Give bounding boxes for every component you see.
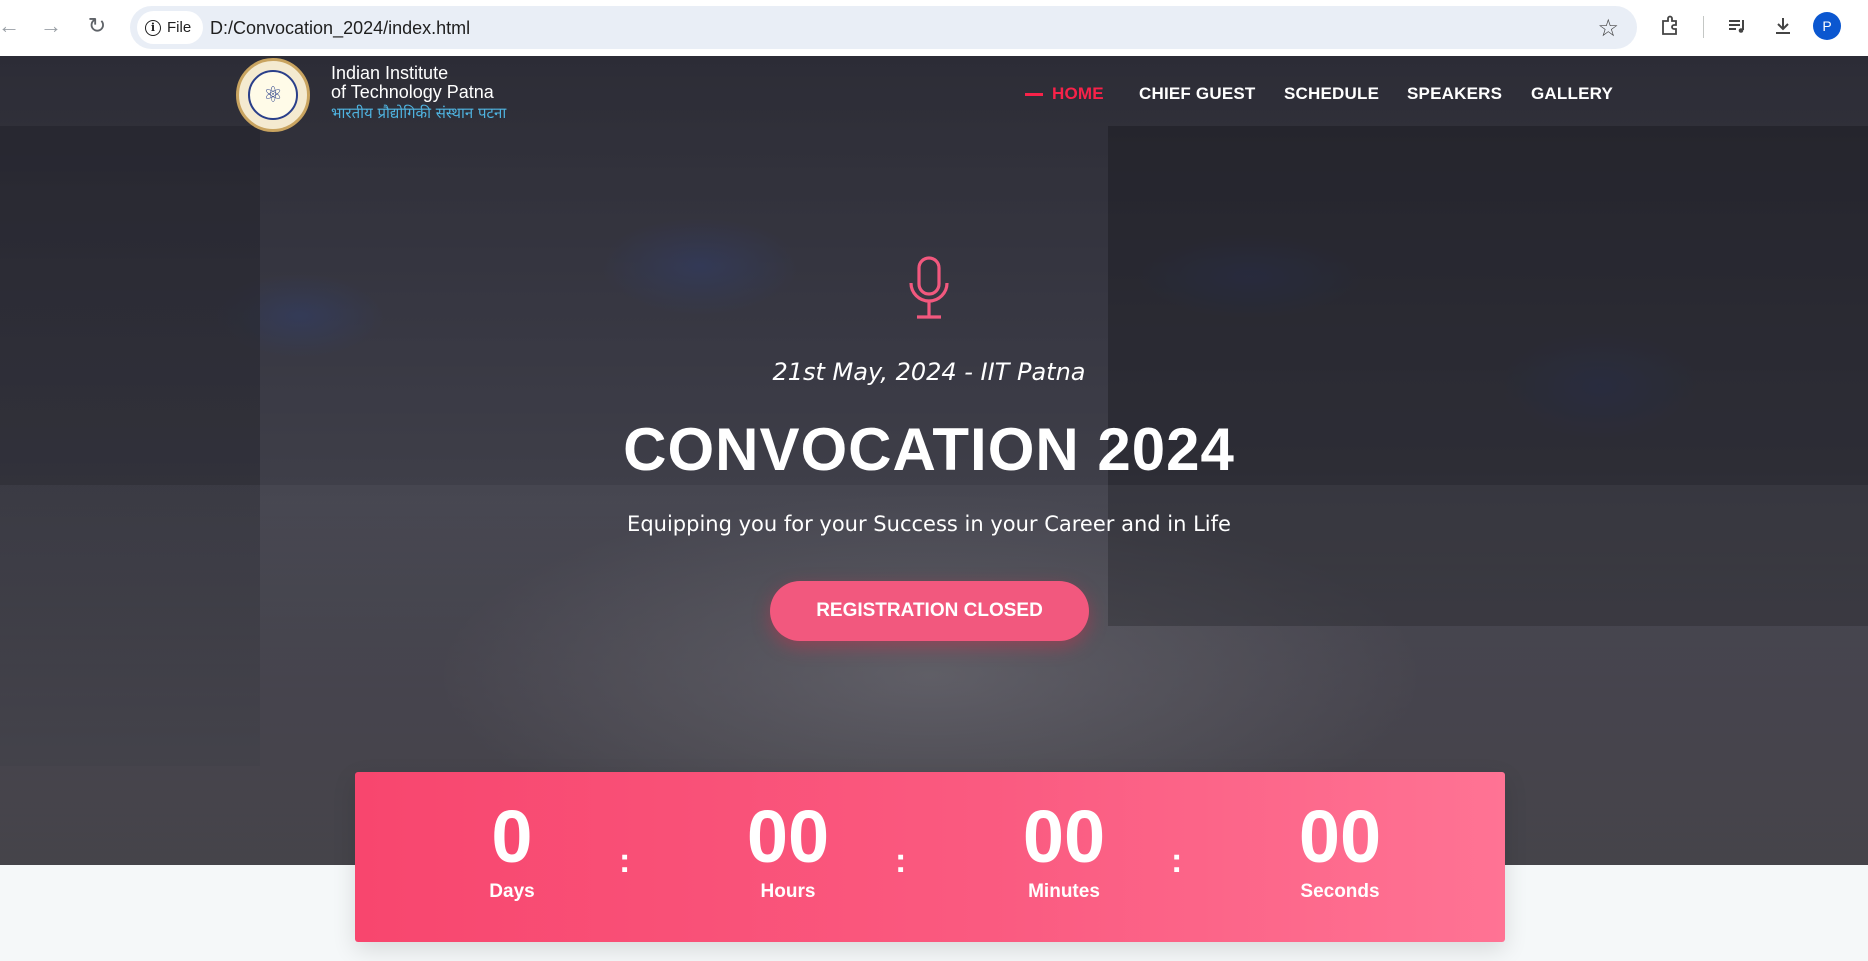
back-arrow-icon[interactable]: ← [0,13,22,39]
minutes-label: Minutes [1028,881,1100,902]
browser-toolbar: ← → ↻ i File D:/Convocation_2024/index.h… [0,0,1868,56]
microphone-icon [909,256,949,319]
site-chip-label: File [167,19,192,36]
forward-arrow-icon[interactable]: → [38,13,64,39]
tagline: Equipping you for your Success in your C… [627,512,1231,536]
hours-label: Hours [760,881,816,902]
seconds-value: 00 [1298,795,1382,878]
hours-value: 00 [746,795,830,878]
url-text[interactable]: D:/Convocation_2024/index.html [210,18,470,39]
countdown-minutes: 00 Minutes [974,797,1154,903]
logo-line-2: of Technology Patna [331,82,494,102]
logo-text[interactable]: Indian Institute of Technology Patna भार… [331,64,506,124]
info-icon: i [145,19,161,36]
countdown-timer: 0 Days : 00 Hours : 00 Minutes : 00 Seco… [355,772,1505,942]
days-label: Days [489,881,535,902]
nav-gallery[interactable]: GALLERY [1531,84,1613,104]
nav-home[interactable]: HOME [1052,84,1104,104]
toolbar-divider [1703,16,1704,38]
registration-button[interactable]: REGISTRATION CLOSED [770,581,1089,641]
days-value: 0 [491,795,533,878]
logo-line-hindi: भारतीय प्रौद्योगिकी संस्थान पटना [331,104,507,122]
countdown-separator: : [619,842,631,880]
page-title: CONVOCATION 2024 [623,416,1235,483]
seconds-label: Seconds [1300,881,1380,902]
nav-schedule[interactable]: SCHEDULE [1284,84,1379,104]
nav-chief-guest[interactable]: CHIEF GUEST [1139,84,1256,104]
atom-emblem-icon: ⚛ [248,70,298,120]
event-date: 21st May, 2024 - IIT Patna [772,358,1086,386]
iit-patna-logo[interactable]: ⚛ [236,58,310,132]
countdown-seconds: 00 Seconds [1250,797,1430,903]
minutes-value: 00 [1022,795,1106,878]
bookmark-star-icon[interactable]: ☆ [1597,14,1619,43]
countdown-separator: : [1171,842,1183,880]
media-queue-icon[interactable] [1722,11,1752,41]
reload-icon[interactable]: ↻ [84,13,110,39]
nav-speakers[interactable]: SPEAKERS [1407,84,1502,104]
logo-line-1: Indian Institute [331,63,449,83]
extensions-icon[interactable] [1655,11,1685,41]
site-info-chip[interactable]: i File [137,11,204,44]
countdown-hours: 00 Hours [698,797,878,903]
download-icon[interactable] [1768,11,1798,41]
active-nav-indicator [1025,93,1043,96]
profile-avatar[interactable]: P [1813,12,1841,40]
countdown-separator: : [895,842,907,880]
countdown-days: 0 Days [422,797,602,903]
address-bar[interactable]: i File D:/Convocation_2024/index.html ☆ [130,6,1637,49]
